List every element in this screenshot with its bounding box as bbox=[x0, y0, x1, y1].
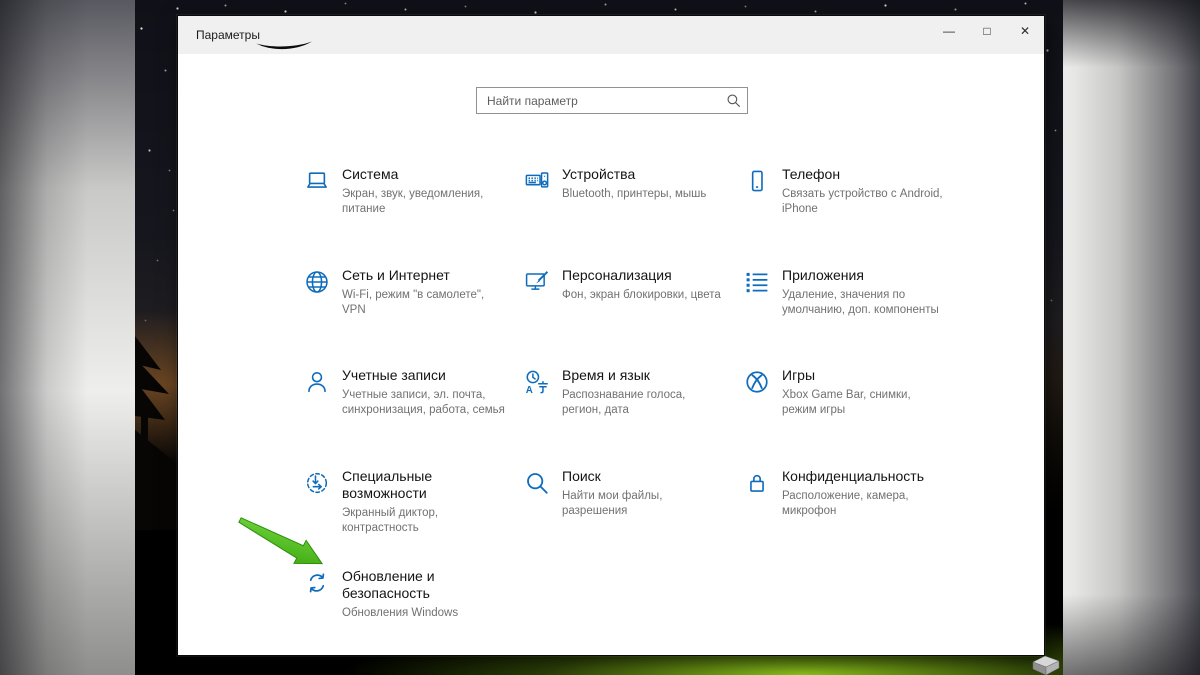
devices-icon bbox=[524, 168, 550, 194]
category-privacy[interactable]: Конфиденциальность Расположение, камера,… bbox=[744, 468, 964, 569]
category-title: Поиск bbox=[562, 468, 732, 485]
category-subtitle: Распознавание голоса, регион, дата bbox=[562, 388, 732, 418]
settings-search-input[interactable] bbox=[477, 94, 719, 108]
category-system[interactable]: Система Экран, звук, уведомления, питани… bbox=[304, 166, 524, 267]
phone-icon bbox=[744, 168, 770, 194]
laptop-icon bbox=[304, 168, 330, 194]
category-title: Сеть и Интернет bbox=[342, 267, 512, 284]
category-subtitle: Связать устройство с Android, iPhone bbox=[782, 187, 952, 217]
clock-language-icon bbox=[524, 369, 550, 395]
accessibility-icon bbox=[304, 470, 330, 496]
category-title: Телефон bbox=[782, 166, 952, 183]
close-icon: ✕ bbox=[1020, 24, 1030, 38]
settings-window: Параметры — □ ✕ bbox=[177, 15, 1045, 656]
category-subtitle: Wi-Fi, режим "в самолете", VPN bbox=[342, 288, 512, 318]
category-subtitle: Найти мои файлы, разрешения bbox=[562, 489, 732, 519]
background-gradient-left bbox=[0, 0, 135, 675]
minimize-icon: — bbox=[943, 24, 955, 38]
category-accessibility[interactable]: Специальные возможности Экранный диктор,… bbox=[304, 468, 524, 569]
category-subtitle: Учетные записи, эл. почта, синхронизация… bbox=[342, 388, 512, 418]
maximize-button[interactable]: □ bbox=[968, 16, 1006, 46]
category-phone[interactable]: Телефон Связать устройство с Android, iP… bbox=[744, 166, 964, 267]
apps-icon bbox=[744, 269, 770, 295]
category-subtitle: Экран, звук, уведомления, питание bbox=[342, 187, 512, 217]
lock-icon bbox=[744, 470, 770, 496]
desktop: Параметры — □ ✕ bbox=[0, 0, 1200, 675]
category-title: Специальные возможности bbox=[342, 468, 512, 502]
category-subtitle: Фон, экран блокировки, цвета bbox=[562, 288, 732, 303]
category-title: Обновление и безопасность bbox=[342, 568, 512, 602]
category-update-security[interactable]: Обновление и безопасность Обновления Win… bbox=[304, 568, 524, 669]
category-title: Устройства bbox=[562, 166, 732, 183]
category-subtitle: Удаление, значения по умолчанию, доп. ко… bbox=[782, 288, 952, 318]
close-button[interactable]: ✕ bbox=[1006, 16, 1044, 46]
category-subtitle: Xbox Game Bar, снимки, режим игры bbox=[782, 388, 952, 418]
maximize-icon: □ bbox=[983, 24, 990, 38]
category-title: Конфиденциальность bbox=[782, 468, 952, 485]
category-personalization[interactable]: Персонализация Фон, экран блокировки, цв… bbox=[524, 267, 744, 368]
category-devices[interactable]: Устройства Bluetooth, принтеры, мышь bbox=[524, 166, 744, 267]
xbox-icon bbox=[744, 369, 770, 395]
stars bbox=[135, 0, 136, 1]
category-subtitle: Обновления Windows bbox=[342, 606, 512, 621]
category-title: Учетные записи bbox=[342, 367, 512, 384]
search-icon bbox=[719, 93, 747, 108]
category-title: Время и язык bbox=[562, 367, 732, 384]
ink-swoosh-mark bbox=[254, 38, 314, 54]
category-title: Приложения bbox=[782, 267, 952, 284]
category-subtitle: Bluetooth, принтеры, мышь bbox=[562, 187, 732, 202]
minimize-button[interactable]: — bbox=[930, 16, 968, 46]
window-controls: — □ ✕ bbox=[930, 16, 1044, 46]
category-gaming[interactable]: Игры Xbox Game Bar, снимки, режим игры bbox=[744, 367, 964, 468]
globe-icon bbox=[304, 269, 330, 295]
settings-search-box bbox=[476, 87, 748, 114]
category-title: Игры bbox=[782, 367, 952, 384]
category-accounts[interactable]: Учетные записи Учетные записи, эл. почта… bbox=[304, 367, 524, 468]
category-time-language[interactable]: Время и язык Распознавание голоса, регио… bbox=[524, 367, 744, 468]
sync-icon bbox=[304, 570, 330, 596]
window-title: Параметры bbox=[196, 28, 260, 42]
category-network-internet[interactable]: Сеть и Интернет Wi-Fi, режим "в самолете… bbox=[304, 267, 524, 368]
person-icon bbox=[304, 369, 330, 395]
window-titlebar[interactable]: Параметры — □ ✕ bbox=[178, 16, 1044, 54]
category-apps[interactable]: Приложения Удаление, значения по умолчан… bbox=[744, 267, 964, 368]
settings-grid: Система Экран, звук, уведомления, питани… bbox=[304, 166, 964, 669]
category-subtitle: Экранный диктор, контрастность bbox=[342, 506, 512, 536]
background-gradient-right bbox=[1063, 0, 1200, 675]
category-title: Система bbox=[342, 166, 512, 183]
personalization-icon bbox=[524, 269, 550, 295]
category-subtitle: Расположение, камера, микрофон bbox=[782, 489, 952, 519]
category-search[interactable]: Поиск Найти мои файлы, разрешения bbox=[524, 468, 744, 569]
search-icon bbox=[524, 470, 550, 496]
category-title: Персонализация bbox=[562, 267, 732, 284]
